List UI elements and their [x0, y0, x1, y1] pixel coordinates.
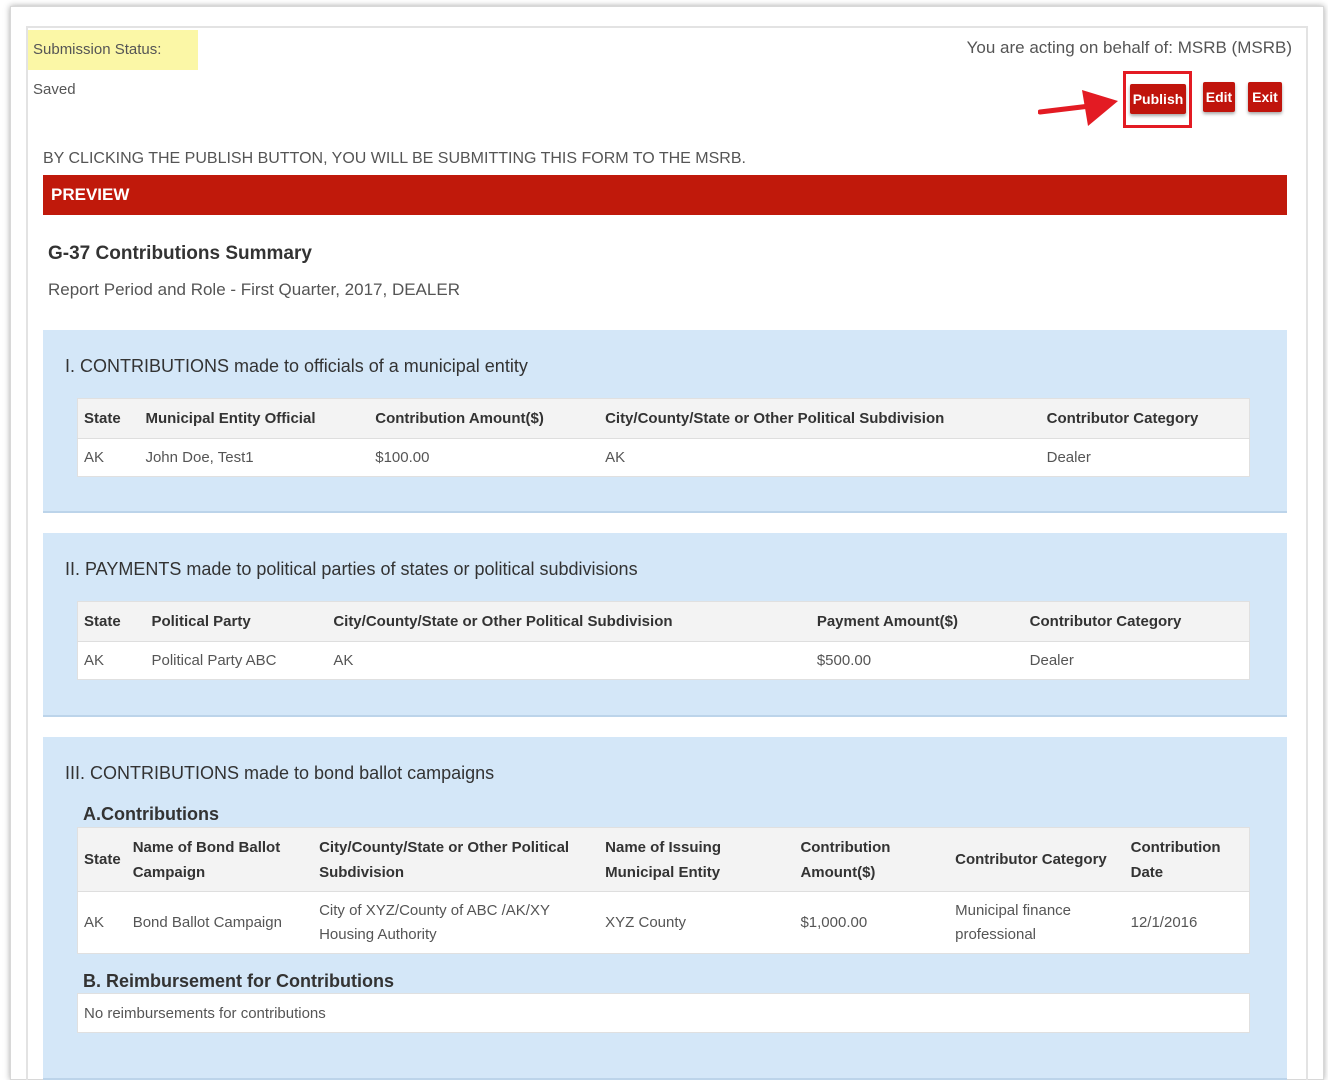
section-title: I. CONTRIBUTIONS made to officials of a … — [65, 356, 528, 376]
subsection-a-heading: A.Contributions — [83, 804, 219, 824]
table-cell: XYZ County — [605, 913, 687, 931]
table-cell: Dealer — [1029, 652, 1074, 669]
table-cell: $1,000.00 — [800, 913, 868, 931]
table-cell: John Doe, Test1 — [145, 449, 254, 466]
acting-on-behalf-text: You are acting on behalf of: MSRB (MSRB) — [966, 38, 1292, 57]
summary-title: G-37 Contributions Summary — [48, 243, 312, 264]
table-header-row: State Political Party City/County/State … — [77, 601, 1250, 642]
column-header: State — [77, 398, 140, 439]
column-header: Contribution Amount($) — [794, 827, 950, 892]
table-cell: AK — [333, 652, 354, 669]
table-cell: Political Party ABC — [151, 652, 277, 669]
column-header: Name of Bond Ballot Campaign — [126, 827, 314, 892]
column-header: Municipal Entity Official — [139, 398, 370, 439]
table-cell: Dealer — [1046, 449, 1091, 466]
table-cell: $500.00 — [816, 652, 872, 669]
column-header: Name of Issuing Municipal Entity — [599, 827, 795, 892]
inner-border-right — [1306, 26, 1308, 1080]
contributions-officials-table: State Municipal Entity Official Contribu… — [77, 398, 1250, 477]
section-title: II. PAYMENTS made to political parties o… — [65, 559, 638, 579]
section-title: III. CONTRIBUTIONS made to bond ballot c… — [65, 763, 495, 783]
payments-parties-table: State Political Party City/County/State … — [77, 601, 1250, 680]
table-cell: AK — [84, 913, 105, 931]
inner-border-top — [26, 26, 1308, 28]
exit-button[interactable]: Exit — [1248, 82, 1282, 112]
column-header: Contributor Category — [949, 827, 1125, 892]
reimbursement-text: No reimbursements for contributions — [77, 993, 1250, 1033]
red-arrow-icon — [1038, 90, 1118, 126]
table-cell: Bond Ballot Campaign — [132, 913, 282, 931]
table-header-row: State Name of Bond Ballot Campaign City/… — [77, 827, 1250, 892]
table-cell: AK — [605, 449, 626, 466]
column-header: State — [77, 601, 146, 642]
column-header: Contribution Date — [1124, 827, 1250, 892]
table-row: AK Bond Ballot Campaign City of XYZ/Coun… — [78, 892, 1250, 954]
publish-notice: BY CLICKING THE PUBLISH BUTTON, YOU WILL… — [43, 150, 746, 167]
summary-subtitle: Report Period and Role - First Quarter, … — [48, 280, 460, 299]
column-header: Contributor Category — [1040, 398, 1250, 439]
table-cell: Municipal finance professional — [955, 901, 1072, 943]
table-header-row: State Municipal Entity Official Contribu… — [77, 398, 1250, 439]
inner-border-left — [26, 26, 28, 1080]
column-header: Contribution Amount($) — [369, 398, 600, 439]
section-payments-parties: II. PAYMENTS made to political parties o… — [43, 533, 1287, 717]
preview-bar: PREVIEW — [43, 175, 1287, 215]
column-header: Contributor Category — [1023, 601, 1250, 642]
table-row: AK Political Party ABC AK $500.00 Dealer — [78, 642, 1250, 680]
submission-status-badge: Submission Status: Saved — [28, 30, 198, 98]
edit-button[interactable]: Edit — [1203, 82, 1235, 112]
table-cell: 12/1/2016 — [1130, 913, 1198, 931]
column-header: City/County/State or Other Political Sub… — [327, 601, 811, 642]
table-cell: AK — [84, 449, 105, 466]
column-header: City/County/State or Other Political Sub… — [313, 827, 600, 892]
column-header: City/County/State or Other Political Sub… — [599, 398, 1041, 439]
table-cell: $100.00 — [375, 449, 430, 466]
subsection-b-heading: B. Reimbursement for Contributions — [83, 971, 395, 991]
section-contributions-officials: I. CONTRIBUTIONS made to officials of a … — [43, 330, 1287, 513]
column-header: Political Party — [145, 601, 328, 642]
column-header: State — [77, 827, 127, 892]
section-bond-ballot: III. CONTRIBUTIONS made to bond ballot c… — [43, 737, 1287, 1080]
bond-ballot-contributions-table: State Name of Bond Ballot Campaign City/… — [77, 827, 1250, 954]
table-cell: City of XYZ/County of ABC /AK/XY Housing… — [319, 901, 550, 943]
column-header: Payment Amount($) — [810, 601, 1024, 642]
table-cell: AK — [84, 652, 105, 669]
publish-button[interactable]: Publish — [1130, 84, 1186, 114]
table-row: AK John Doe, Test1 $100.00 AK Dealer — [78, 439, 1250, 477]
